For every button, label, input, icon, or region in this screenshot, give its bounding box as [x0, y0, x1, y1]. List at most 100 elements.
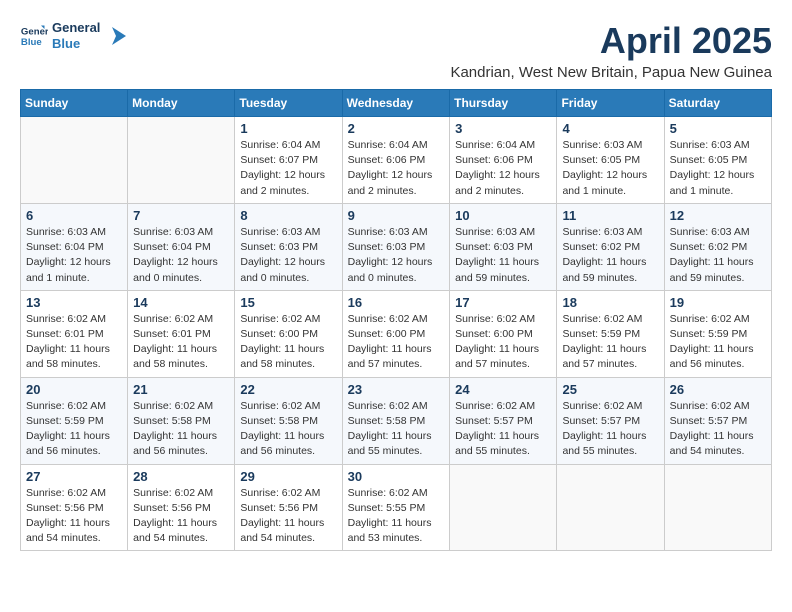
- day-detail: Sunrise: 6:02 AM Sunset: 5:57 PM Dayligh…: [455, 399, 551, 460]
- calendar-cell: 16Sunrise: 6:02 AM Sunset: 6:00 PM Dayli…: [342, 290, 450, 377]
- day-number: 16: [348, 295, 445, 310]
- calendar-cell: 3Sunrise: 6:04 AM Sunset: 6:06 PM Daylig…: [450, 117, 557, 204]
- day-number: 29: [240, 469, 336, 484]
- calendar-cell: 1 Sunrise: 6:04 AM Sunset: 6:07 PM Daylig…: [235, 117, 342, 204]
- month-title: April 2025: [450, 20, 772, 62]
- calendar-cell: 29 Sunrise: 6:02 AM Sunset: 5:56 PM Dayli…: [235, 464, 342, 551]
- day-number: 17: [455, 295, 551, 310]
- day-detail: Sunrise: 6:03 AM Sunset: 6:03 PM Dayligh…: [455, 225, 551, 286]
- calendar-cell: 12Sunrise: 6:03 AM Sunset: 6:02 PM Dayli…: [664, 203, 771, 290]
- calendar-week-row: 20 Sunrise: 6:02 AM Sunset: 5:59 PM Dayli…: [21, 377, 772, 464]
- day-number: 13: [26, 295, 122, 310]
- calendar-cell: 11 Sunrise: 6:03 AM Sunset: 6:02 PM Dayli…: [557, 203, 664, 290]
- day-number: 12: [670, 208, 766, 223]
- day-detail: Sunrise: 6:03 AM Sunset: 6:03 PM Dayligh…: [240, 225, 336, 286]
- day-detail: Sunrise: 6:02 AM Sunset: 6:00 PM Dayligh…: [455, 312, 551, 373]
- calendar-cell: [21, 117, 128, 204]
- day-detail: Sunrise: 6:03 AM Sunset: 6:02 PM Dayligh…: [562, 225, 658, 286]
- day-detail: Sunrise: 6:03 AM Sunset: 6:05 PM Dayligh…: [562, 138, 658, 199]
- calendar-cell: 6Sunrise: 6:03 AM Sunset: 6:04 PM Daylig…: [21, 203, 128, 290]
- day-number: 7: [133, 208, 229, 223]
- weekday-header-tuesday: Tuesday: [235, 90, 342, 117]
- calendar-cell: 17 Sunrise: 6:02 AM Sunset: 6:00 PM Dayli…: [450, 290, 557, 377]
- calendar-cell: 23Sunrise: 6:02 AM Sunset: 5:58 PM Dayli…: [342, 377, 450, 464]
- day-number: 4: [562, 121, 658, 136]
- day-detail: Sunrise: 6:02 AM Sunset: 5:59 PM Dayligh…: [562, 312, 658, 373]
- calendar-cell: 22 Sunrise: 6:02 AM Sunset: 5:58 PM Dayli…: [235, 377, 342, 464]
- calendar-cell: 7 Sunrise: 6:03 AM Sunset: 6:04 PM Daylig…: [128, 203, 235, 290]
- day-detail: Sunrise: 6:03 AM Sunset: 6:03 PM Dayligh…: [348, 225, 445, 286]
- day-detail: Sunrise: 6:04 AM Sunset: 6:07 PM Dayligh…: [240, 138, 336, 199]
- calendar-week-row: 13 Sunrise: 6:02 AM Sunset: 6:01 PM Dayli…: [21, 290, 772, 377]
- calendar-cell: 8Sunrise: 6:03 AM Sunset: 6:03 PM Daylig…: [235, 203, 342, 290]
- day-number: 11: [562, 208, 658, 223]
- weekday-header-saturday: Saturday: [664, 90, 771, 117]
- calendar-cell: 19 Sunrise: 6:02 AM Sunset: 5:59 PM Dayli…: [664, 290, 771, 377]
- day-detail: Sunrise: 6:03 AM Sunset: 6:05 PM Dayligh…: [670, 138, 766, 199]
- day-detail: Sunrise: 6:02 AM Sunset: 5:56 PM Dayligh…: [26, 486, 122, 547]
- logo-icon: General Blue: [20, 22, 48, 50]
- day-number: 30: [348, 469, 445, 484]
- day-detail: Sunrise: 6:03 AM Sunset: 6:04 PM Dayligh…: [133, 225, 229, 286]
- day-detail: Sunrise: 6:02 AM Sunset: 5:55 PM Dayligh…: [348, 486, 445, 547]
- day-detail: Sunrise: 6:02 AM Sunset: 5:58 PM Dayligh…: [348, 399, 445, 460]
- day-number: 2: [348, 121, 445, 136]
- day-number: 5: [670, 121, 766, 136]
- logo-text-general: General: [52, 20, 100, 36]
- day-number: 15: [240, 295, 336, 310]
- day-number: 28: [133, 469, 229, 484]
- day-number: 19: [670, 295, 766, 310]
- day-detail: Sunrise: 6:02 AM Sunset: 5:57 PM Dayligh…: [670, 399, 766, 460]
- location-subtitle: Kandrian, West New Britain, Papua New Gu…: [450, 64, 772, 81]
- calendar-cell: [557, 464, 664, 551]
- svg-text:Blue: Blue: [21, 36, 42, 47]
- day-number: 21: [133, 382, 229, 397]
- day-detail: Sunrise: 6:02 AM Sunset: 6:01 PM Dayligh…: [26, 312, 122, 373]
- calendar-cell: 27 Sunrise: 6:02 AM Sunset: 5:56 PM Dayli…: [21, 464, 128, 551]
- logo-arrow-icon: [104, 25, 126, 47]
- calendar-cell: 18 Sunrise: 6:02 AM Sunset: 5:59 PM Dayli…: [557, 290, 664, 377]
- calendar-cell: 13 Sunrise: 6:02 AM Sunset: 6:01 PM Dayli…: [21, 290, 128, 377]
- weekday-header-friday: Friday: [557, 90, 664, 117]
- day-number: 1: [240, 121, 336, 136]
- weekday-header-thursday: Thursday: [450, 90, 557, 117]
- weekday-header-wednesday: Wednesday: [342, 90, 450, 117]
- calendar-cell: 14 Sunrise: 6:02 AM Sunset: 6:01 PM Dayli…: [128, 290, 235, 377]
- calendar-cell: [128, 117, 235, 204]
- calendar-cell: 28 Sunrise: 6:02 AM Sunset: 5:56 PM Dayli…: [128, 464, 235, 551]
- day-number: 22: [240, 382, 336, 397]
- calendar-cell: 20 Sunrise: 6:02 AM Sunset: 5:59 PM Dayli…: [21, 377, 128, 464]
- calendar-cell: 21Sunrise: 6:02 AM Sunset: 5:58 PM Dayli…: [128, 377, 235, 464]
- logo-text-blue: Blue: [52, 36, 100, 52]
- day-number: 14: [133, 295, 229, 310]
- calendar-cell: 4 Sunrise: 6:03 AM Sunset: 6:05 PM Daylig…: [557, 117, 664, 204]
- day-detail: Sunrise: 6:02 AM Sunset: 5:58 PM Dayligh…: [240, 399, 336, 460]
- day-detail: Sunrise: 6:02 AM Sunset: 6:01 PM Dayligh…: [133, 312, 229, 373]
- day-detail: Sunrise: 6:02 AM Sunset: 5:56 PM Dayligh…: [133, 486, 229, 547]
- title-section: April 2025 Kandrian, West New Britain, P…: [450, 20, 772, 81]
- calendar-cell: 15Sunrise: 6:02 AM Sunset: 6:00 PM Dayli…: [235, 290, 342, 377]
- weekday-header-sunday: Sunday: [21, 90, 128, 117]
- calendar-cell: 5 Sunrise: 6:03 AM Sunset: 6:05 PM Daylig…: [664, 117, 771, 204]
- day-number: 9: [348, 208, 445, 223]
- calendar-cell: 26 Sunrise: 6:02 AM Sunset: 5:57 PM Dayli…: [664, 377, 771, 464]
- day-number: 20: [26, 382, 122, 397]
- calendar-cell: [450, 464, 557, 551]
- day-number: 26: [670, 382, 766, 397]
- calendar-cell: 30 Sunrise: 6:02 AM Sunset: 5:55 PM Dayli…: [342, 464, 450, 551]
- day-number: 10: [455, 208, 551, 223]
- day-detail: Sunrise: 6:02 AM Sunset: 5:59 PM Dayligh…: [26, 399, 122, 460]
- day-number: 27: [26, 469, 122, 484]
- day-detail: Sunrise: 6:02 AM Sunset: 5:56 PM Dayligh…: [240, 486, 336, 547]
- calendar-cell: 2Sunrise: 6:04 AM Sunset: 6:06 PM Daylig…: [342, 117, 450, 204]
- calendar-week-row: 1 Sunrise: 6:04 AM Sunset: 6:07 PM Daylig…: [21, 117, 772, 204]
- calendar-week-row: 27 Sunrise: 6:02 AM Sunset: 5:56 PM Dayli…: [21, 464, 772, 551]
- day-detail: Sunrise: 6:02 AM Sunset: 5:59 PM Dayligh…: [670, 312, 766, 373]
- calendar-cell: 25Sunrise: 6:02 AM Sunset: 5:57 PM Dayli…: [557, 377, 664, 464]
- day-number: 6: [26, 208, 122, 223]
- calendar-cell: 24Sunrise: 6:02 AM Sunset: 5:57 PM Dayli…: [450, 377, 557, 464]
- day-number: 18: [562, 295, 658, 310]
- calendar-week-row: 6 Sunrise: 6:03 AM Sunset: 6:04 PM Daylig…: [21, 203, 772, 290]
- calendar-cell: 9 Sunrise: 6:03 AM Sunset: 6:03 PM Daylig…: [342, 203, 450, 290]
- logo: General Blue General Blue: [20, 20, 126, 51]
